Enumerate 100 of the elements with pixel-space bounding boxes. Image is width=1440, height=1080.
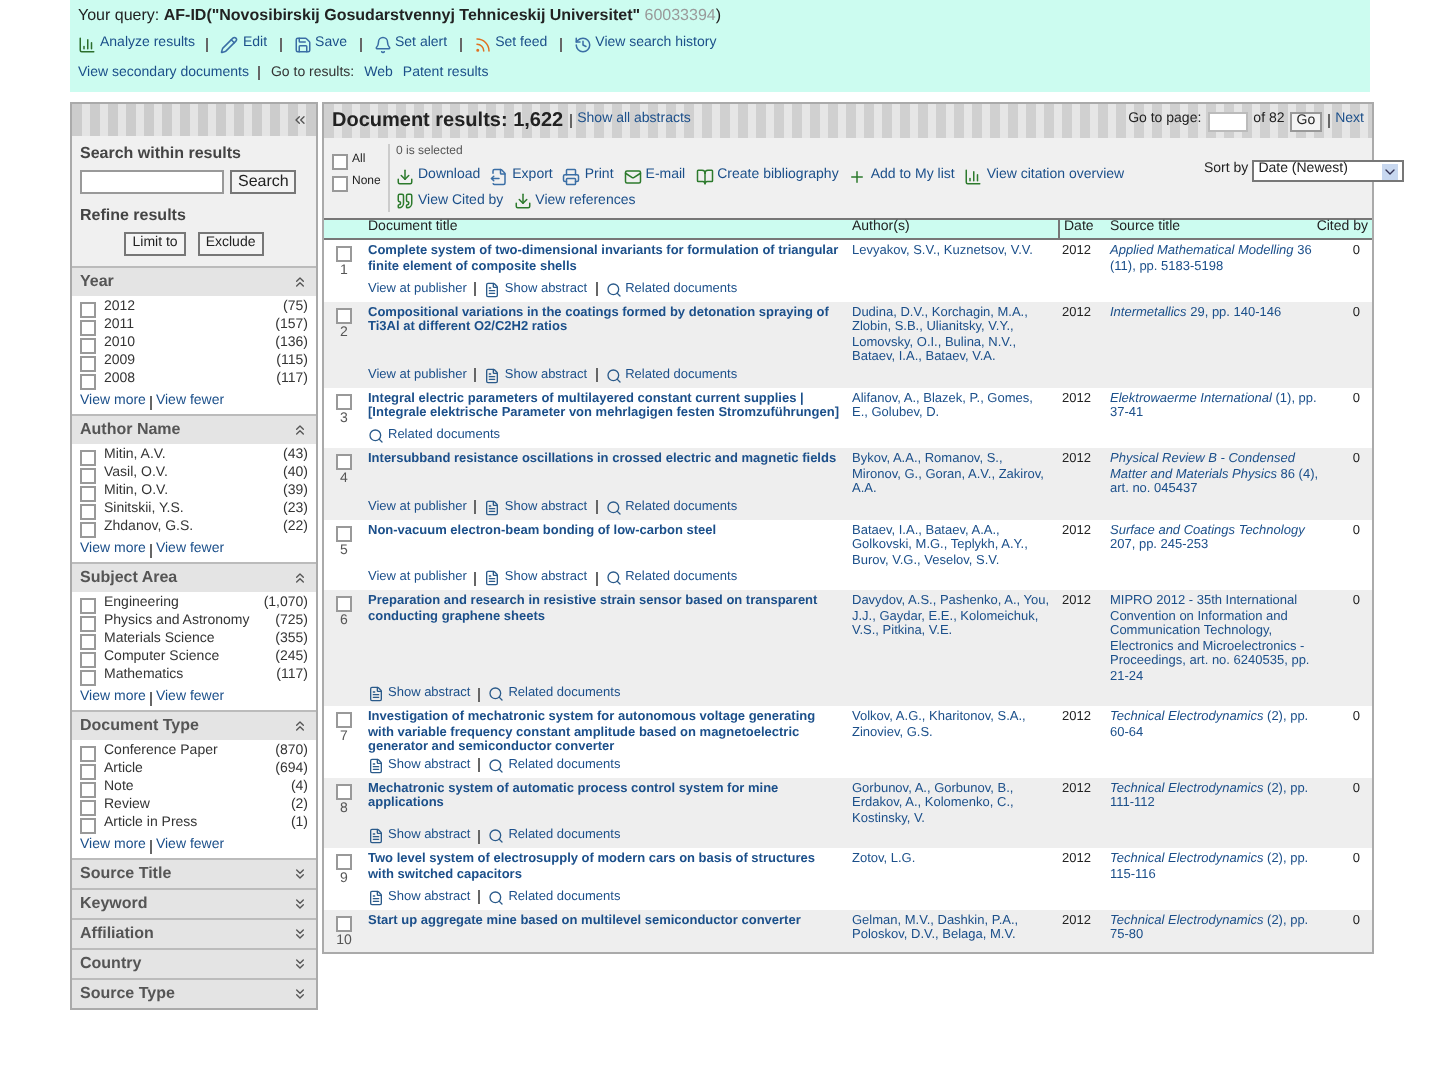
search-label: Search within results [80, 142, 243, 166]
magnifier-icon [488, 686, 505, 702]
checkbox[interactable] [80, 319, 96, 335]
checkbox[interactable] [80, 373, 96, 389]
checkbox[interactable] [80, 337, 96, 353]
facet-title: Source Title [80, 862, 172, 886]
checkbox[interactable] [336, 915, 352, 931]
history-icon [573, 35, 592, 54]
save-icon [293, 35, 312, 54]
facet-title: Keyword [80, 892, 148, 916]
plus-icon [848, 167, 867, 186]
rss-icon [473, 35, 492, 54]
checkbox[interactable] [332, 153, 348, 169]
query-text: Your query: AF-ID("Novosibirskij Gosudarstvennyj Tehniceskij Universitet" 60033394) [78, 6, 722, 24]
document-icon [484, 367, 501, 383]
refine-label: Refine results [80, 204, 188, 228]
checkbox[interactable] [80, 597, 96, 613]
facet-header[interactable]: Subject Area [72, 564, 316, 592]
document-icon [368, 686, 384, 702]
chart-icon [78, 35, 96, 54]
checkbox[interactable] [80, 503, 96, 519]
facet-title: Source Type [80, 982, 175, 1006]
checkbox[interactable] [80, 355, 96, 371]
magnifier-icon [605, 499, 622, 515]
facet-header[interactable]: Document Type [72, 712, 316, 740]
bell-icon [373, 35, 391, 54]
book-icon [695, 167, 714, 186]
facet-header[interactable]: Source Type [72, 980, 316, 1008]
mail-icon [623, 167, 642, 186]
toggle-icon[interactable] [292, 570, 308, 586]
facet-header[interactable]: Year [72, 268, 316, 296]
facet-header[interactable]: Author Name [72, 416, 316, 444]
magnifier-icon [488, 828, 505, 844]
toggle-icon[interactable] [292, 718, 308, 734]
facet-title: Affiliation [80, 922, 154, 946]
magnifier-icon [605, 281, 622, 297]
facet-title: Year [80, 270, 114, 294]
facet-title: Subject Area [80, 566, 178, 590]
checkbox[interactable] [80, 669, 96, 685]
facet-header[interactable]: Keyword [72, 890, 316, 918]
download-icon [396, 167, 414, 186]
toggle-icon[interactable] [292, 986, 308, 1002]
checkbox[interactable] [80, 615, 96, 631]
magnifier-icon [488, 889, 505, 905]
toggle-icon[interactable] [292, 866, 308, 882]
collapse-icon[interactable] [292, 112, 308, 128]
document-icon [368, 757, 384, 773]
checkbox[interactable] [336, 246, 352, 262]
document-icon [484, 570, 501, 586]
checkbox[interactable] [336, 854, 352, 870]
checkbox[interactable] [336, 712, 352, 728]
quote-icon [396, 192, 414, 211]
magnifier-icon [488, 757, 505, 773]
checkbox[interactable] [80, 485, 96, 501]
facet-header[interactable]: Country [72, 950, 316, 978]
checkbox[interactable] [336, 525, 352, 541]
facet-title: Author Name [80, 418, 181, 442]
magnifier-icon [368, 428, 384, 444]
magnifier-icon [605, 570, 622, 586]
facet-title: Country [80, 952, 142, 976]
facet-title: Document Type [80, 714, 199, 738]
checkbox[interactable] [80, 763, 96, 779]
checkbox[interactable] [80, 301, 96, 317]
facet-header[interactable]: Affiliation [72, 920, 316, 948]
document-icon [368, 828, 384, 844]
caret-icon [1382, 163, 1399, 179]
checkbox[interactable] [336, 454, 352, 470]
pencil-icon [220, 35, 239, 54]
checkbox[interactable] [80, 467, 96, 483]
facet-header[interactable]: Source Title [72, 860, 316, 888]
document-icon [368, 889, 384, 905]
checkbox[interactable] [80, 817, 96, 833]
chart-icon [964, 167, 983, 186]
page-field[interactable] [1207, 111, 1248, 131]
checkbox[interactable] [332, 175, 348, 191]
checkbox[interactable] [336, 783, 352, 799]
toggle-icon[interactable] [292, 896, 308, 912]
document-icon [484, 499, 501, 515]
download-icon [513, 192, 532, 211]
checkbox[interactable] [336, 307, 352, 323]
toggle-icon[interactable] [292, 956, 308, 972]
checkbox[interactable] [80, 449, 96, 465]
checkbox[interactable] [80, 651, 96, 667]
toggle-icon[interactable] [292, 274, 308, 290]
document-icon [484, 281, 501, 297]
results-title: Document results: 1,622 [332, 108, 564, 136]
checkbox[interactable] [336, 393, 352, 409]
checkbox[interactable] [80, 745, 96, 761]
checkbox[interactable] [80, 799, 96, 815]
search-field[interactable] [80, 170, 224, 194]
search-button[interactable]: Search [230, 170, 297, 194]
print-icon [562, 167, 581, 186]
toggle-icon[interactable] [292, 422, 308, 438]
magnifier-icon [605, 367, 622, 383]
checkbox[interactable] [80, 521, 96, 537]
checkbox[interactable] [80, 781, 96, 797]
checkbox[interactable] [336, 596, 352, 612]
checkbox[interactable] [80, 633, 96, 649]
toggle-icon[interactable] [292, 926, 308, 942]
export-icon [490, 167, 509, 186]
